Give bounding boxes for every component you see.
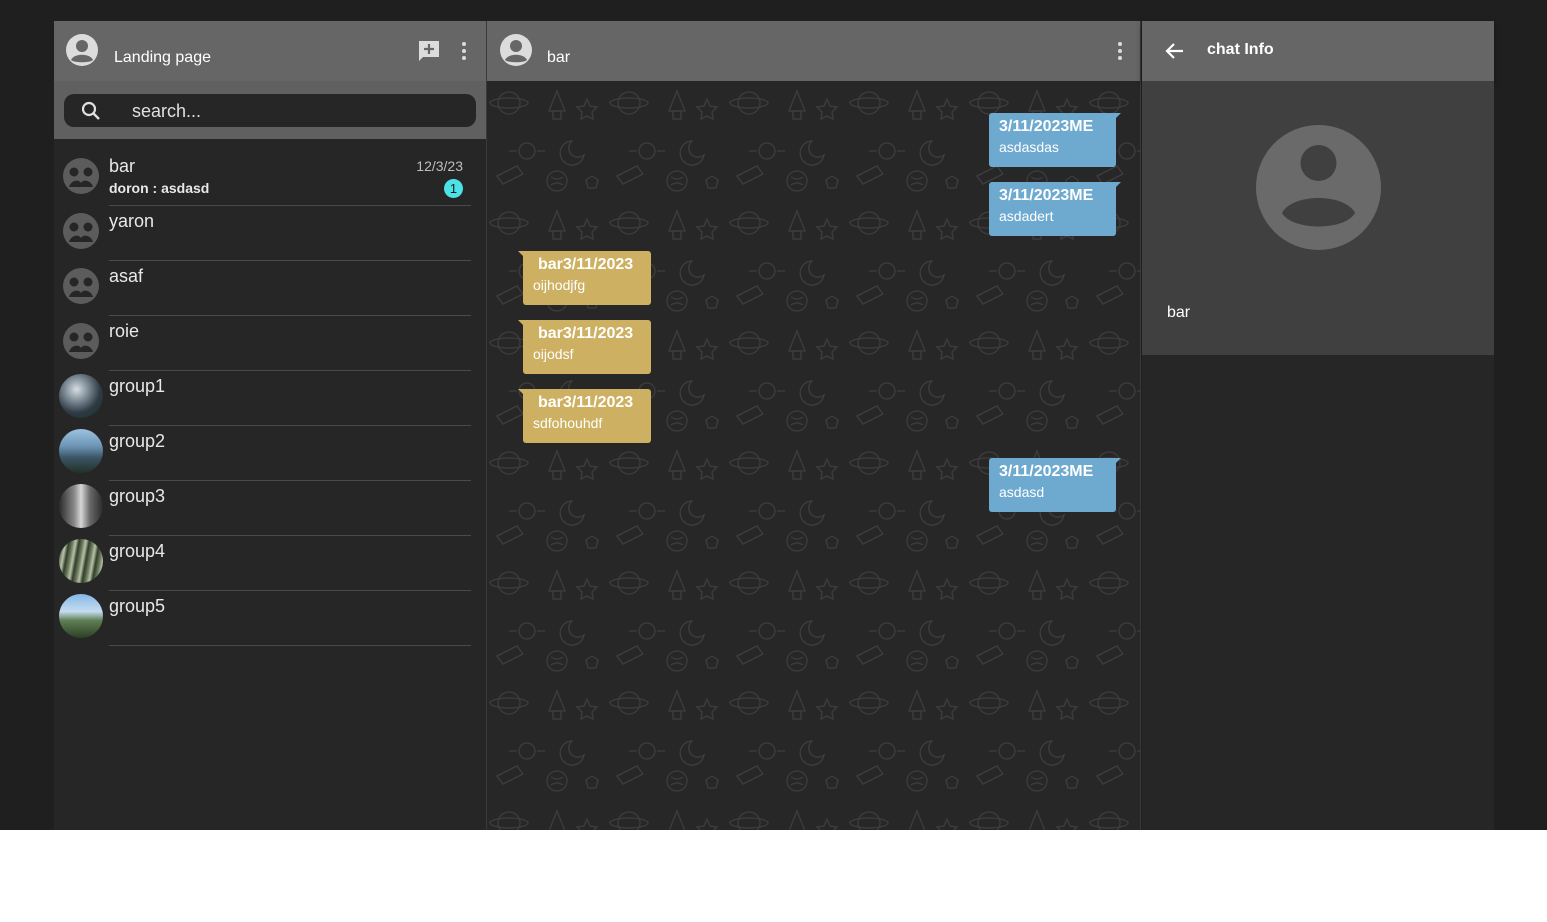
chat-name: yaron	[109, 211, 155, 231]
chat-info-panel: chat Info bar	[1142, 21, 1494, 830]
chat-name: group1	[109, 376, 166, 396]
message-meta: 3/11/2023ME	[999, 118, 1094, 135]
chat-last-message: doron : asdasd	[109, 180, 210, 196]
chat-item-yaron[interactable]: yaron	[54, 206, 486, 261]
message-text: oijhodjfg	[533, 277, 586, 293]
chat-item-roie[interactable]: roie	[54, 316, 486, 371]
message-bubble-incoming: bar3/11/2023 oijhodjfg	[518, 251, 651, 305]
chat-name: bar	[109, 156, 136, 176]
profile-avatar-icon	[1256, 125, 1381, 250]
message-meta: bar3/11/2023	[538, 256, 634, 273]
chat-item-group5[interactable]: group5	[54, 591, 486, 646]
more-vert-icon[interactable]	[454, 39, 474, 63]
group-photo-avatar	[59, 429, 103, 473]
chat-name: group4	[109, 541, 166, 561]
search-input[interactable]	[130, 98, 464, 124]
default-avatar-icon	[59, 154, 103, 198]
message-meta: 3/11/2023ME	[999, 187, 1094, 204]
message-meta: bar3/11/2023	[538, 394, 634, 411]
message-text: sdfohouhdf	[533, 415, 603, 431]
arrow-back-icon[interactable]	[1163, 39, 1187, 63]
search-icon	[81, 101, 100, 120]
chat-info-card: bar	[1142, 81, 1494, 355]
chat-item-group3[interactable]: group3	[54, 481, 486, 536]
message-text: asdadert	[999, 208, 1054, 224]
default-avatar-icon	[59, 319, 103, 363]
more-vert-icon[interactable]	[1110, 39, 1130, 63]
chat-item-asaf[interactable]: asaf	[54, 261, 486, 316]
default-avatar-icon	[59, 209, 103, 253]
chat-list-panel: Landing page bar doron : asdasd	[54, 21, 486, 830]
divider	[109, 645, 471, 646]
page-title: Landing page	[114, 49, 211, 66]
chat-item-bar[interactable]: bar doron : asdasd 12/3/23 1	[54, 151, 486, 206]
message-bubble-incoming: bar3/11/2023 sdfohouhdf	[518, 389, 651, 443]
message-text: asdasdas	[999, 139, 1059, 155]
message-meta: bar3/11/2023	[538, 325, 634, 342]
conversation-panel: bar 3/11/2023ME asdasdas 3/11/2023ME asd…	[486, 21, 1141, 830]
chat-info-header: chat Info	[1142, 21, 1494, 81]
chat-name: group2	[109, 431, 166, 451]
new-chat-icon[interactable]	[417, 39, 441, 63]
message-bubble-outgoing: 3/11/2023ME asdasd	[989, 458, 1121, 512]
search-bar	[54, 81, 486, 139]
group-photo-avatar	[59, 374, 103, 418]
chat-item-group1[interactable]: group1	[54, 371, 486, 426]
chat-name: group3	[109, 486, 166, 506]
conversation-title: bar	[547, 49, 571, 66]
chat-list: bar doron : asdasd 12/3/23 1 yaron asaf	[54, 151, 486, 646]
chat-item-group2[interactable]: group2	[54, 426, 486, 481]
message-text: asdasd	[999, 484, 1045, 500]
group-photo-avatar	[59, 594, 103, 638]
message-meta: 3/11/2023ME	[999, 463, 1094, 480]
chat-item-group4[interactable]: group4	[54, 536, 486, 591]
contact-avatar-icon[interactable]	[500, 34, 532, 66]
chat-name: roie	[109, 321, 140, 341]
chat-date: 12/3/23	[416, 158, 463, 174]
contact-name: bar	[1167, 304, 1191, 321]
default-avatar-icon	[59, 264, 103, 308]
message-bubble-incoming: bar3/11/2023 oijodsf	[518, 320, 651, 374]
chat-info-title: chat Info	[1207, 41, 1274, 58]
unread-badge: 1	[444, 179, 463, 198]
chat-list-header: Landing page	[54, 21, 486, 81]
chat-name: group5	[109, 596, 166, 616]
group-photo-avatar	[59, 539, 103, 583]
search-box	[64, 94, 476, 127]
user-avatar-icon[interactable]	[66, 34, 98, 66]
message-bubble-outgoing: 3/11/2023ME asdasdas	[989, 113, 1121, 167]
group-photo-avatar	[59, 484, 103, 528]
conversation-header: bar	[487, 21, 1140, 81]
chat-name: asaf	[109, 266, 144, 286]
message-bubble-outgoing: 3/11/2023ME asdadert	[989, 182, 1121, 236]
message-text: oijodsf	[533, 346, 574, 362]
